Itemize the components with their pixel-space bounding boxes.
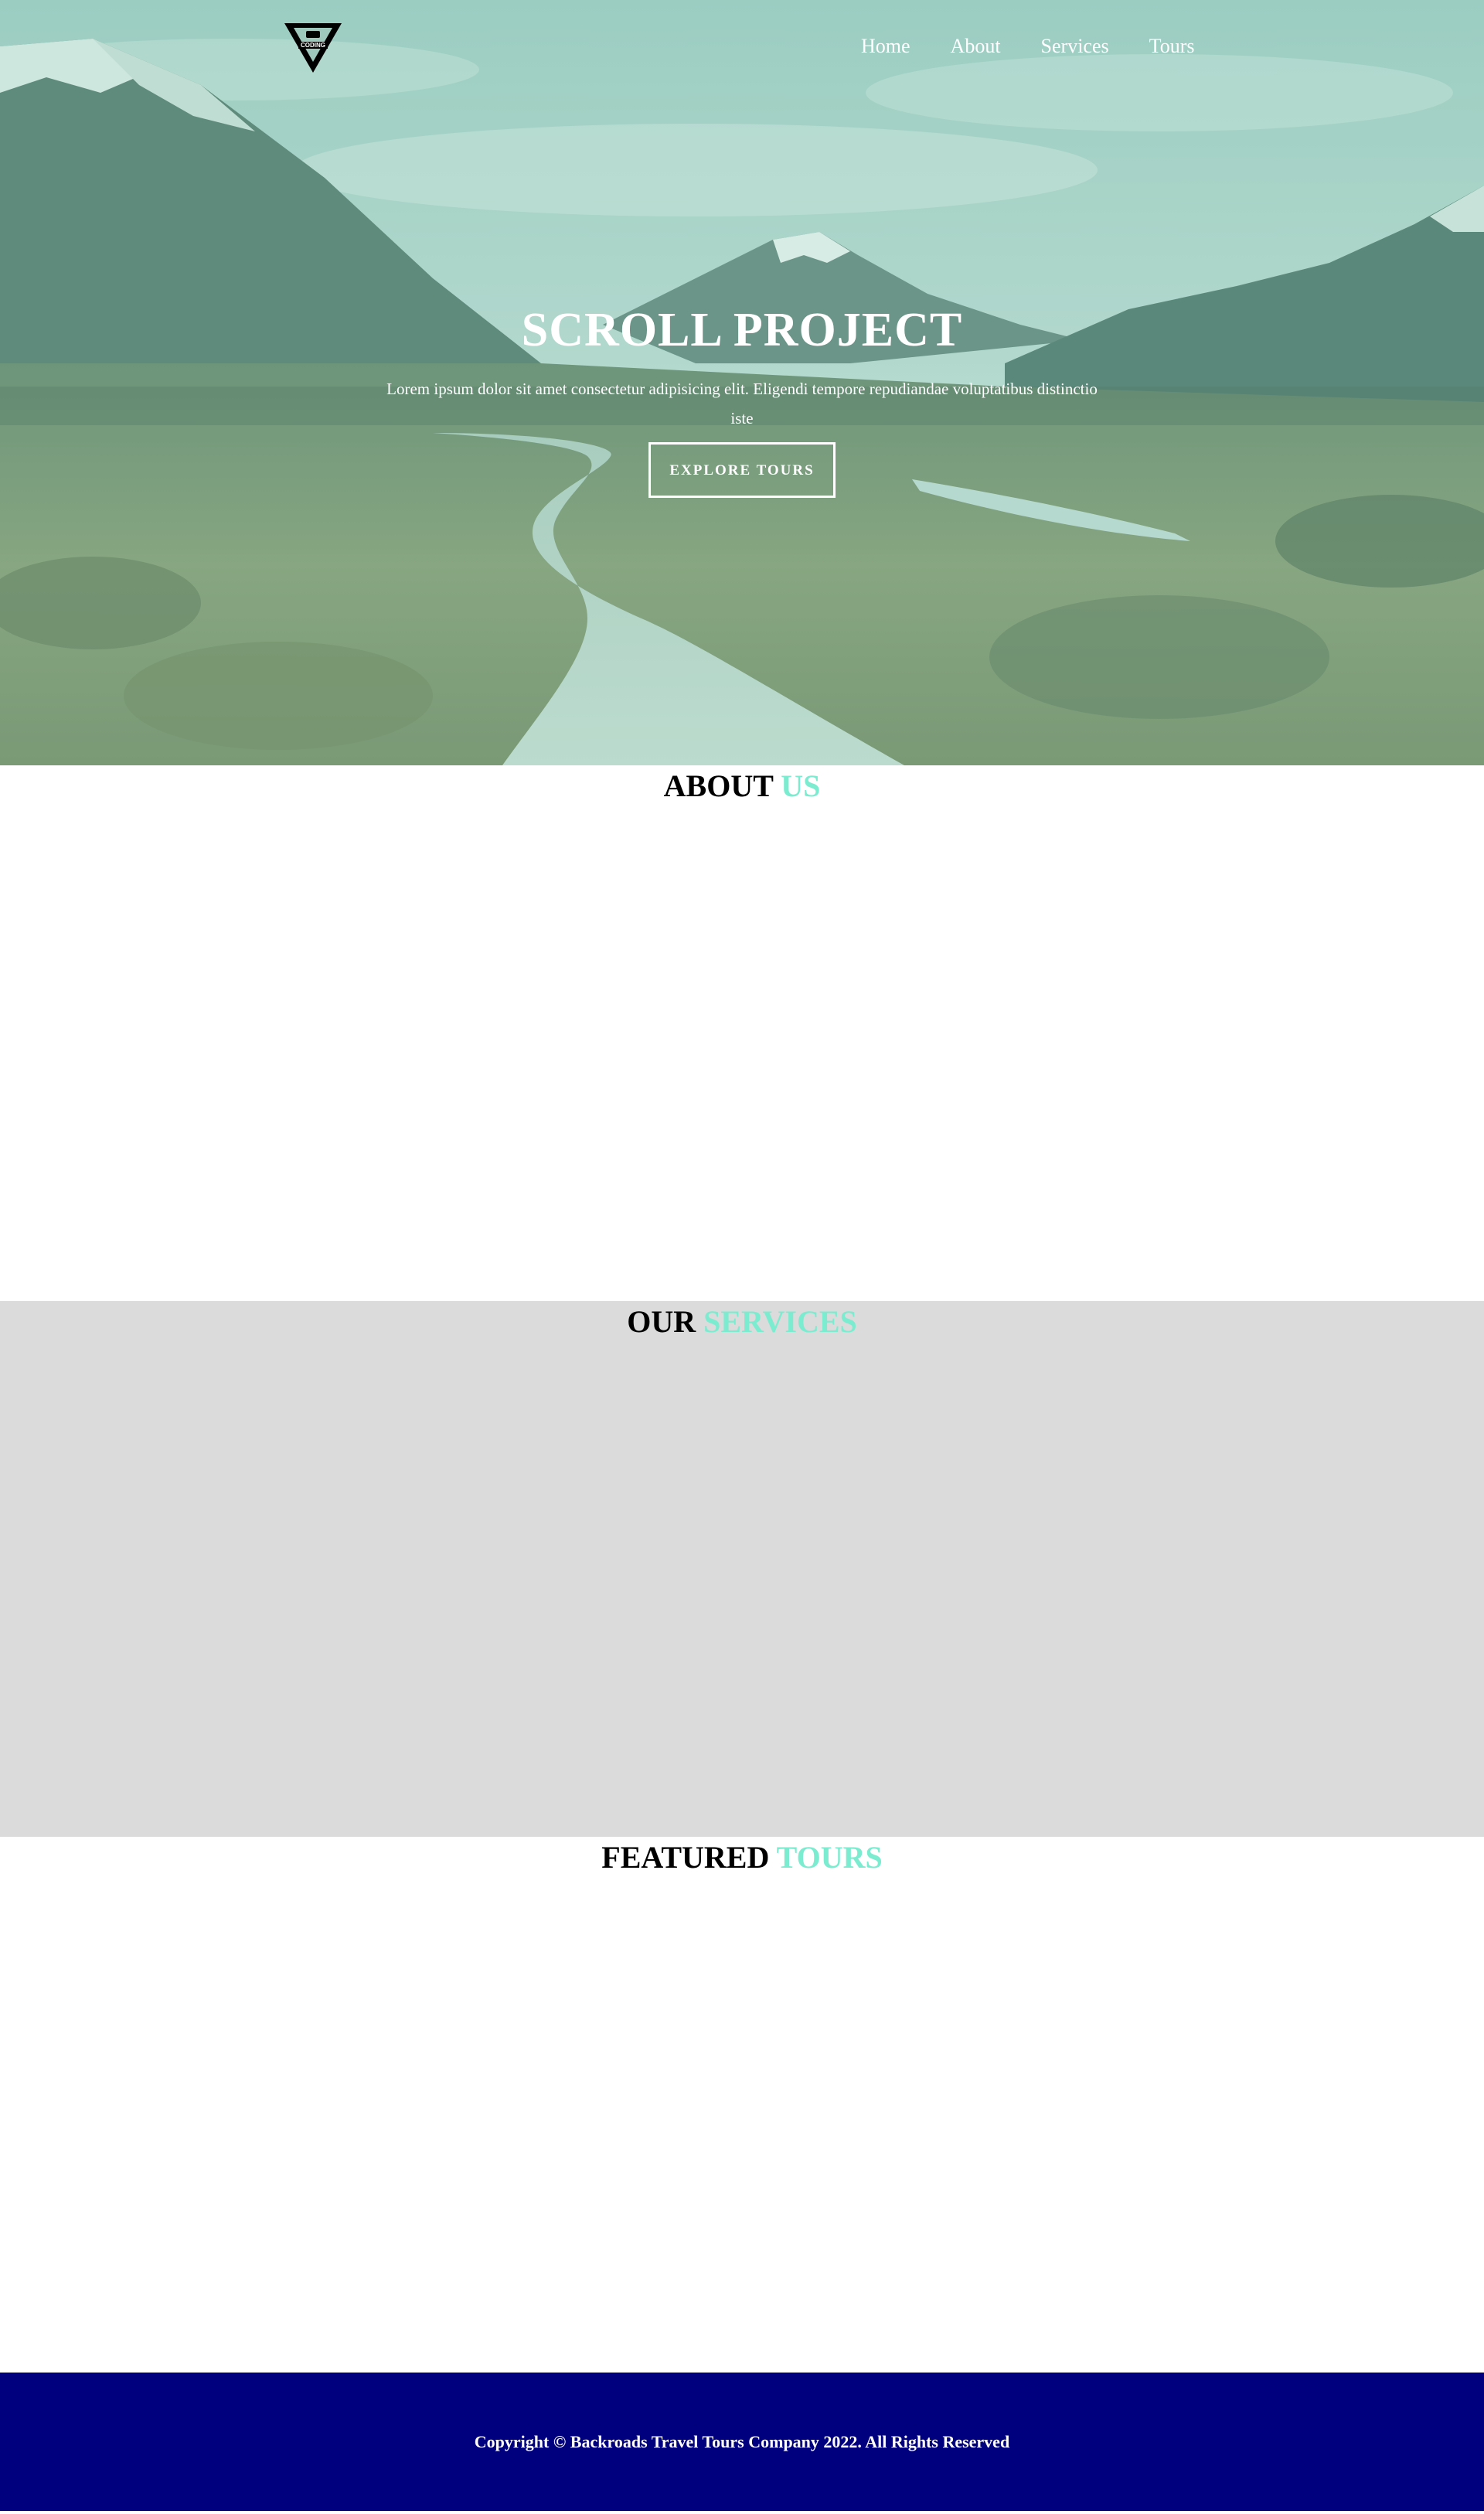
nav-link-tours[interactable]: Tours	[1149, 34, 1195, 59]
nav-link-about[interactable]: About	[951, 34, 1001, 59]
hero-section: CODING Home About Services Tours SCROLL …	[0, 0, 1484, 765]
footer: Copyright © Backroads Travel Tours Compa…	[0, 2373, 1484, 2511]
tours-title-main: FEATURED	[601, 1840, 770, 1875]
hero-title: SCROLL PROJECT	[521, 304, 963, 356]
nav-link-services[interactable]: Services	[1041, 34, 1109, 59]
explore-tours-button[interactable]: EXPLORE TOURS	[648, 442, 836, 498]
about-title: ABOUT US	[0, 765, 1484, 804]
hero-content: SCROLL PROJECT Lorem ipsum dolor sit ame…	[356, 300, 1128, 498]
footer-copyright: Copyright © Backroads Travel Tours Compa…	[474, 2431, 1010, 2451]
tours-title-accent: TOURS	[776, 1840, 883, 1875]
about-title-main: ABOUT	[663, 768, 774, 803]
about-section: ABOUT US	[0, 765, 1484, 1301]
tours-section: FEATURED TOURS	[0, 1837, 1484, 2373]
navbar: CODING Home About Services Tours	[0, 0, 1484, 96]
hero-description: Lorem ipsum dolor sit amet consectetur a…	[386, 380, 1098, 428]
logo-text: CODING	[301, 42, 325, 49]
services-title-main: OUR	[627, 1304, 696, 1339]
services-section: OUR SERVICES	[0, 1301, 1484, 1837]
nav-links: Home About Services Tours	[841, 34, 1214, 59]
services-title: OUR SERVICES	[0, 1301, 1484, 1340]
about-title-accent: US	[781, 768, 821, 803]
services-title-accent: SERVICES	[703, 1304, 857, 1339]
coding-logo[interactable]: CODING	[283, 22, 343, 74]
nav-link-home[interactable]: Home	[861, 34, 910, 59]
tours-title: FEATURED TOURS	[0, 1837, 1484, 1875]
